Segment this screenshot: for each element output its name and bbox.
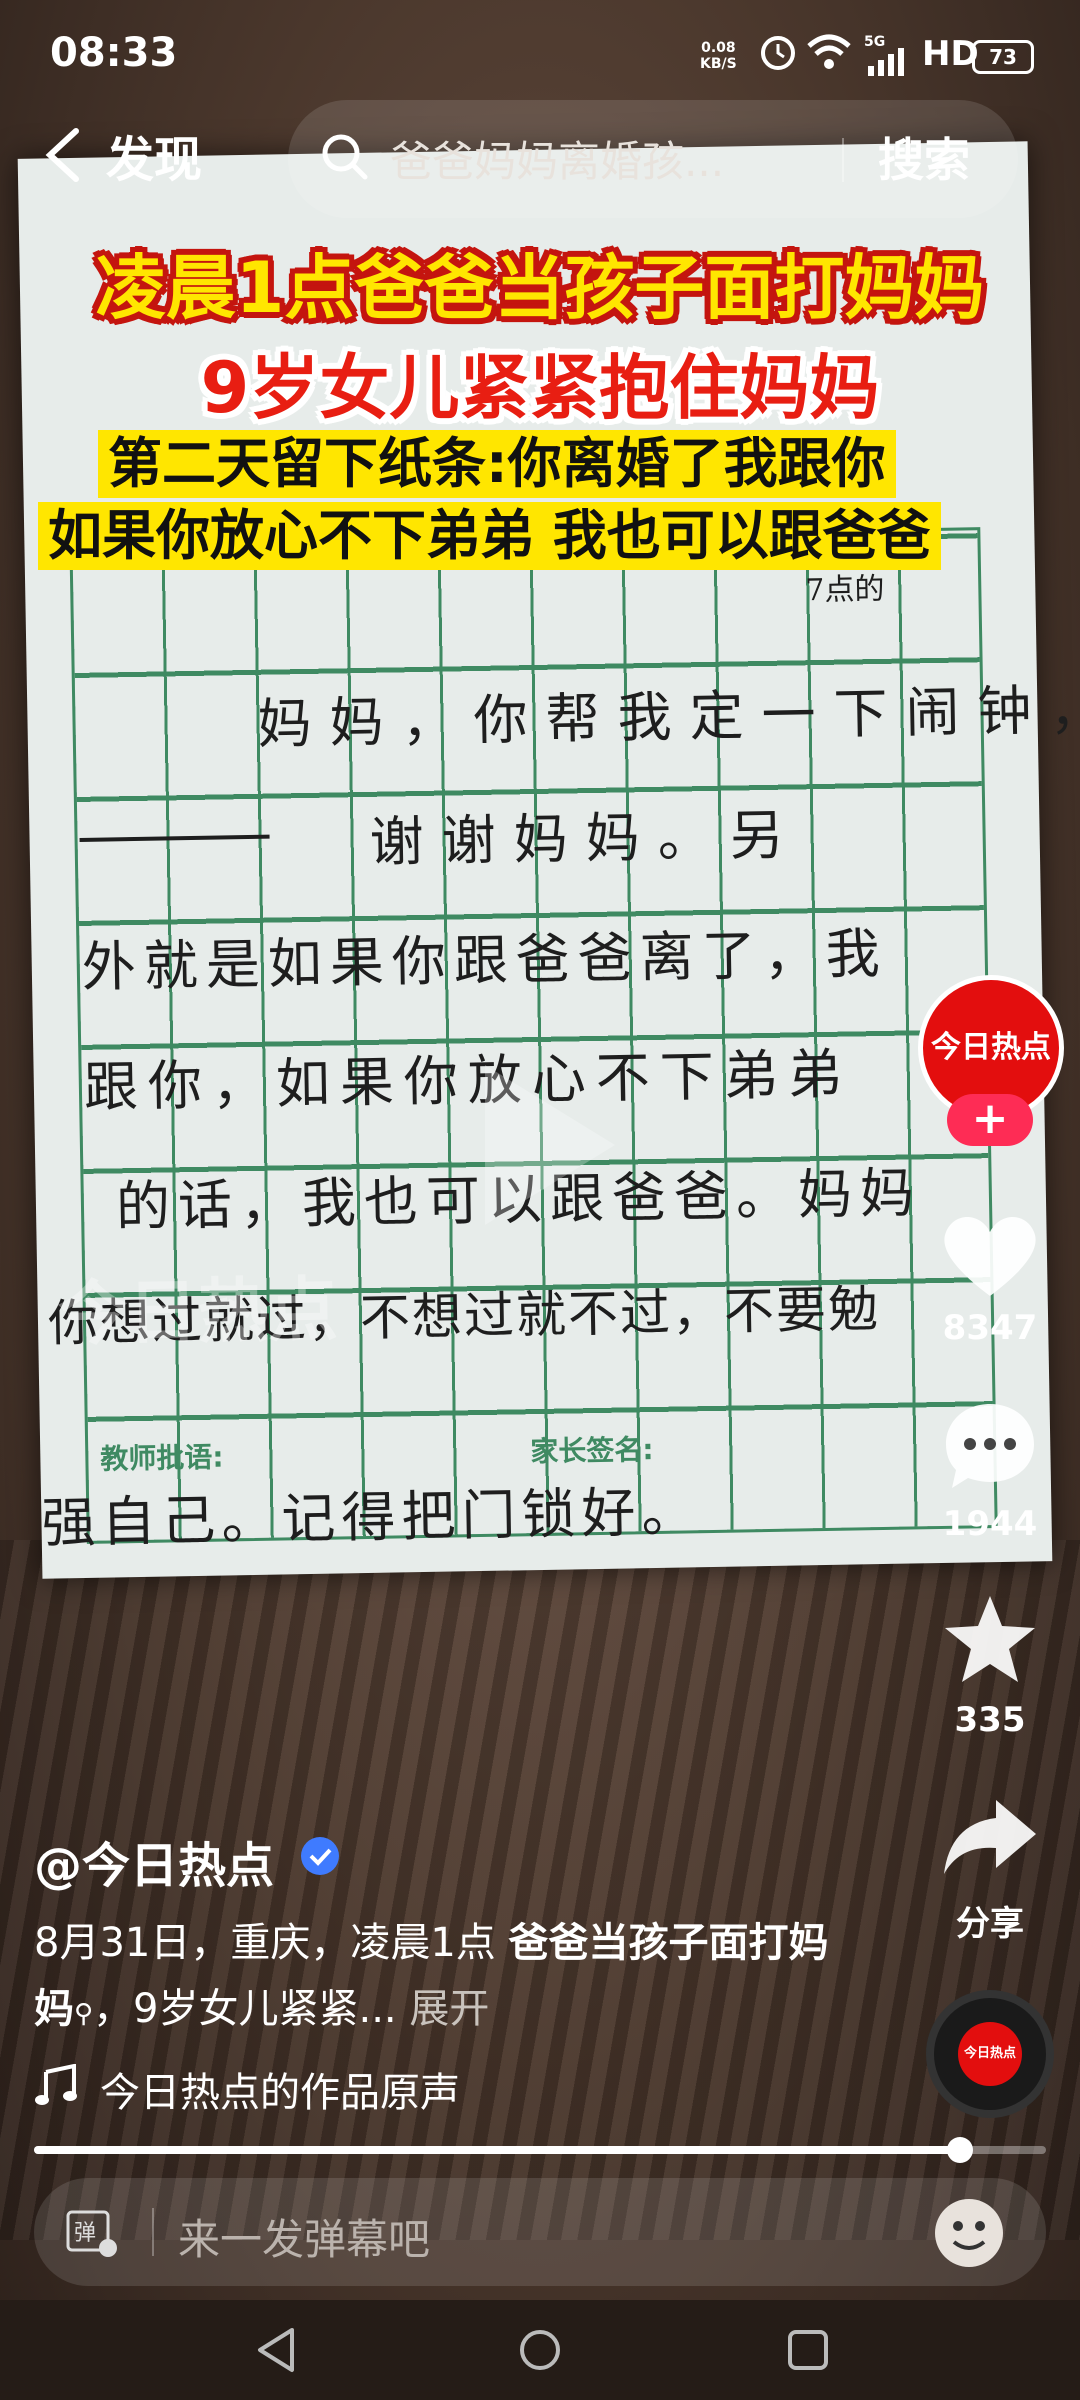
signal-icon [868,48,904,76]
emoji-icon[interactable] [930,2194,1008,2272]
back-button-label[interactable]: 发现 [106,120,202,190]
heart-icon[interactable] [940,1210,1040,1300]
topic-search-icon: ⚲ [74,1999,94,2029]
play-watermark-icon [485,1065,615,1225]
nav-home-icon[interactable] [512,2322,568,2378]
headline-line-2: 9岁女儿紧紧抱住妈妈 [200,347,880,429]
follow-button[interactable]: + [947,1094,1033,1146]
comment-count: 1944 [942,1504,1038,1544]
search-button[interactable]: 搜索 [878,124,970,190]
music-disc[interactable]: 今日热点 [926,1990,1054,2118]
status-time: 08:33 [50,30,178,76]
search-icon [322,134,368,180]
note-line-4: 跟你，如果你放心不下弟弟 [83,1042,853,1119]
music-title[interactable]: 今日热点的作品原声 [100,2060,460,2118]
video-progress-bar[interactable] [34,2137,1046,2163]
alarm-icon [761,36,795,70]
danmu-toggle-icon[interactable]: 弹 [62,2202,122,2262]
favorite-count: 335 [954,1700,1026,1740]
video-progress-fill [34,2146,960,2154]
watermark: 今日热点 [57,1268,339,1356]
note-line-7: 强自己。记得把门锁好。 [40,1480,702,1555]
music-disc-label: 今日热点 [958,2022,1022,2086]
note-line-1: 妈妈，你帮我定一下闹钟， [257,677,1080,756]
status-bar: 08:33 0.08 KB/S 5G HD 73 [0,0,1080,110]
nav-back-icon[interactable] [248,2322,304,2378]
nav-recents-icon[interactable] [780,2322,836,2378]
wifi-icon [807,34,851,69]
author-handle[interactable]: @今日热点 [34,1826,274,1896]
network-speed: 0.08 KB/S [700,40,737,72]
note-line-2: 谢谢妈妈。另 [369,803,803,874]
comment-icon[interactable] [940,1400,1040,1492]
desc-text-rest: ，9岁女儿紧紧... [93,1986,397,2032]
video-progress-handle[interactable] [946,2137,973,2163]
headline-subline-2: 如果你放心不下弟弟 我也可以跟爸爸 [38,502,941,570]
star-icon[interactable] [940,1592,1040,1688]
teacher-comment-label: 教师批语: [100,1440,224,1476]
verified-badge-icon [301,1837,339,1875]
share-label[interactable]: 分享 [910,1896,1070,1945]
back-arrow-icon[interactable] [40,125,90,185]
network-speed-value: 0.08 [701,40,736,56]
network-speed-unit: KB/S [700,56,737,72]
svg-text:弹: 弹 [74,2221,96,2246]
parent-signature-label: 家长签名: [530,1433,654,1469]
headline-subline-1: 第二天留下纸条:你离婚了我跟你 [98,430,896,498]
headline-line-1: 凌晨1点爸爸当孩子面打妈妈 [95,247,985,329]
share-icon[interactable] [940,1796,1040,1876]
danmu-input[interactable]: 来一发弹幕吧 [178,2206,430,2267]
music-note-icon [35,2064,77,2105]
search-query[interactable]: 爸爸妈妈离婚孩... [390,128,724,189]
video-description[interactable]: 8月31日，重庆，凌晨1点 爸爸当孩子面打妈妈⚲，9岁女儿紧紧... 展开 [34,1910,854,2047]
hd-indicator: HD [922,34,979,74]
danmu-divider [152,2208,154,2256]
search-divider [842,138,844,182]
note-line-3: 外就是如果你跟爸爸离了，我 [81,921,889,999]
battery-level: 73 [972,40,1034,74]
like-count: 8347 [942,1308,1038,1348]
note-corner-text: 7点的 [805,571,885,609]
desc-text: 8月31日，重庆，凌晨1点 [34,1920,509,1966]
expand-button[interactable]: 展开 [409,1986,489,2032]
